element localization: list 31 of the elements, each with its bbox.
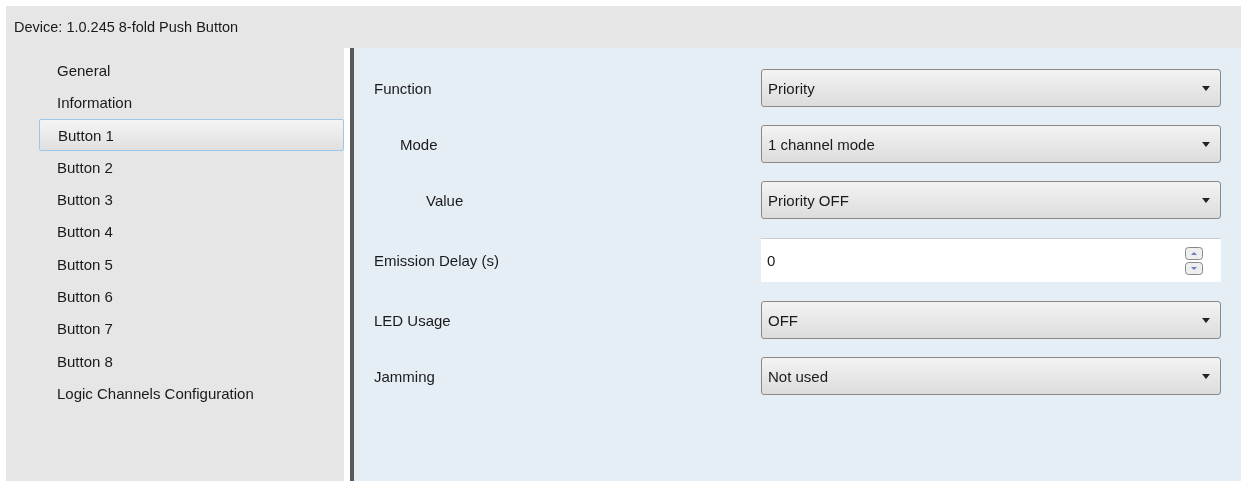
dropdown[interactable]: Priority OFF bbox=[761, 181, 1221, 219]
sidebar-item[interactable]: Button 6 bbox=[39, 280, 344, 313]
spin-down-icon[interactable] bbox=[1185, 261, 1203, 275]
sidebar-item[interactable]: General bbox=[39, 54, 344, 87]
sidebar-item[interactable]: Button 1 bbox=[39, 118, 344, 151]
dropdown[interactable]: Not used bbox=[761, 357, 1221, 395]
sidebar-item[interactable]: Information bbox=[39, 86, 344, 119]
caret-icon bbox=[1202, 373, 1210, 379]
parameter-label: LED Usage bbox=[374, 311, 451, 329]
parameter-label: Mode bbox=[399, 135, 438, 153]
dropdown[interactable]: OFF bbox=[761, 301, 1221, 339]
sidebar-item[interactable]: Button 8 bbox=[39, 344, 344, 377]
caret-icon bbox=[1202, 141, 1210, 147]
number-field[interactable]: 0 bbox=[761, 238, 1221, 282]
parameter-label: Emission Delay (s) bbox=[374, 251, 500, 269]
sidebar-item[interactable]: Logic Channels Configuration bbox=[39, 376, 344, 410]
sidebar-item[interactable]: Button 7 bbox=[39, 312, 344, 345]
parameter-label: Jamming bbox=[374, 367, 435, 385]
dropdown[interactable]: 1 channel mode bbox=[761, 125, 1221, 163]
caret-icon bbox=[1202, 317, 1210, 323]
sidebar-item[interactable]: Button 4 bbox=[39, 215, 344, 248]
parameter-label: Value bbox=[425, 191, 464, 209]
sidebar-item[interactable]: Button 2 bbox=[39, 150, 344, 184]
caret-icon bbox=[1202, 197, 1210, 203]
device-title: Device: 1.0.245 8-fold Push Button bbox=[14, 19, 239, 35]
sidebar-item[interactable]: Button 5 bbox=[39, 247, 344, 281]
dropdown[interactable]: Priority bbox=[761, 69, 1221, 107]
parameter-label: Function bbox=[374, 79, 432, 97]
caret-icon bbox=[1202, 85, 1210, 91]
sidebar-item[interactable]: Button 3 bbox=[39, 183, 344, 216]
spin-up-icon[interactable] bbox=[1185, 246, 1203, 260]
